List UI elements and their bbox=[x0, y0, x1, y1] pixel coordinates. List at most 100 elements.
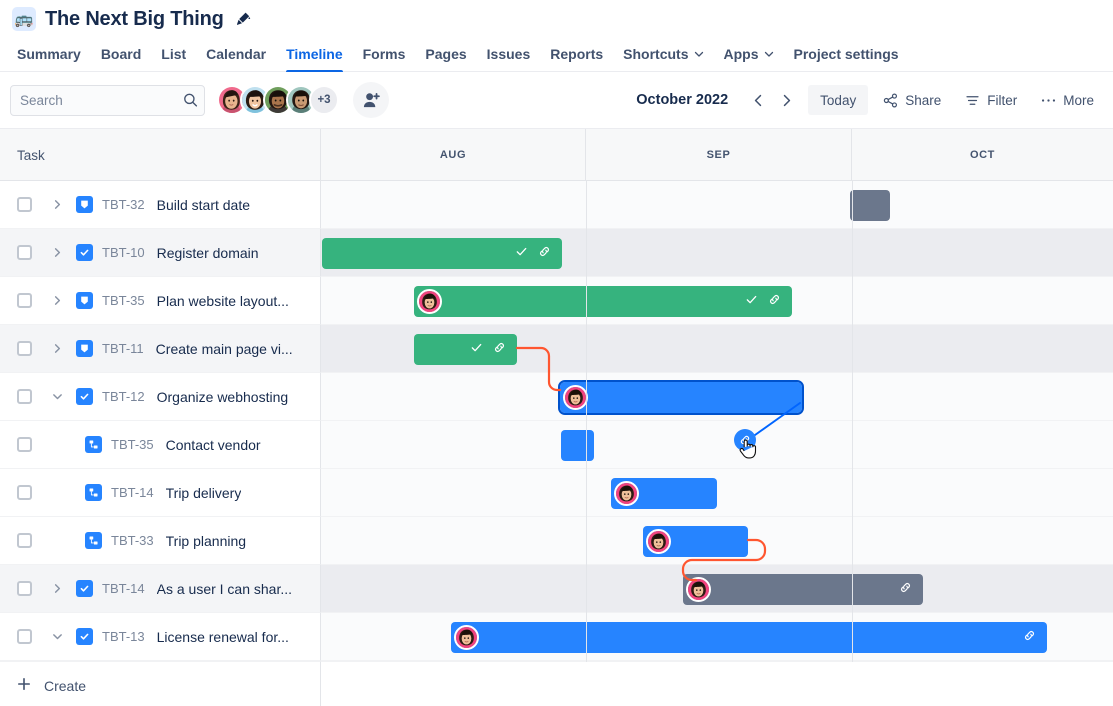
timeline-bar[interactable] bbox=[611, 478, 717, 509]
issue-key[interactable]: TBT-12 bbox=[102, 389, 145, 404]
issue-summary[interactable]: Register domain bbox=[157, 245, 259, 261]
issue-summary[interactable]: Trip planning bbox=[166, 533, 246, 549]
today-button[interactable]: Today bbox=[808, 85, 868, 115]
row-timeline-cell[interactable] bbox=[321, 613, 1113, 661]
issue-key[interactable]: TBT-35 bbox=[111, 437, 154, 452]
avatar[interactable] bbox=[563, 385, 588, 410]
issue-key[interactable]: TBT-10 bbox=[102, 245, 145, 260]
row-checkbox[interactable] bbox=[17, 293, 32, 308]
issue-key[interactable]: TBT-11 bbox=[102, 341, 144, 356]
tab-forms[interactable]: Forms bbox=[353, 36, 416, 71]
row-timeline-cell[interactable] bbox=[321, 373, 1113, 421]
chevron-right-icon[interactable] bbox=[47, 291, 67, 311]
tab-summary[interactable]: Summary bbox=[7, 36, 91, 71]
issue-key[interactable]: TBT-14 bbox=[102, 581, 145, 596]
avatar[interactable] bbox=[454, 625, 479, 650]
next-period-button[interactable] bbox=[772, 86, 800, 114]
tab-shortcuts[interactable]: Shortcuts bbox=[613, 36, 713, 71]
timeline-bar[interactable] bbox=[683, 574, 923, 605]
table-row[interactable]: TBT-32 Build start date bbox=[0, 181, 1113, 229]
table-row[interactable]: TBT-13 License renewal for... bbox=[0, 613, 1113, 661]
filter-button[interactable]: Filter bbox=[956, 85, 1026, 115]
chevron-right-icon[interactable] bbox=[47, 195, 67, 215]
complete-check-icon[interactable] bbox=[515, 245, 528, 263]
row-timeline-cell[interactable] bbox=[321, 517, 1113, 565]
row-checkbox[interactable] bbox=[17, 389, 32, 404]
issue-summary[interactable]: As a user I can shar... bbox=[157, 581, 292, 597]
complete-check-icon[interactable] bbox=[745, 293, 758, 311]
tab-project-settings[interactable]: Project settings bbox=[784, 36, 909, 71]
search-icon[interactable] bbox=[183, 93, 198, 108]
timeline-bar[interactable] bbox=[850, 190, 890, 221]
dependency-drag-handle[interactable] bbox=[734, 429, 756, 451]
tab-reports[interactable]: Reports bbox=[540, 36, 613, 71]
chevron-right-icon[interactable] bbox=[47, 579, 67, 599]
issue-summary[interactable]: Trip delivery bbox=[166, 485, 242, 501]
issue-summary[interactable]: License renewal for... bbox=[157, 629, 289, 645]
complete-check-icon[interactable] bbox=[470, 341, 483, 359]
issue-key[interactable]: TBT-14 bbox=[111, 485, 154, 500]
tab-pages[interactable]: Pages bbox=[415, 36, 476, 71]
table-row[interactable]: TBT-35 Plan website layout... bbox=[0, 277, 1113, 325]
timeline-bar[interactable] bbox=[414, 286, 792, 317]
avatar[interactable] bbox=[646, 529, 671, 554]
table-row[interactable]: TBT-10 Register domain bbox=[0, 229, 1113, 277]
link-icon[interactable] bbox=[1023, 629, 1036, 647]
table-row[interactable]: TBT-12 Organize webhosting bbox=[0, 373, 1113, 421]
table-row[interactable]: TBT-14 Trip delivery bbox=[0, 469, 1113, 517]
row-checkbox[interactable] bbox=[17, 245, 32, 260]
issue-key[interactable]: TBT-32 bbox=[102, 197, 145, 212]
avatar[interactable] bbox=[614, 481, 639, 506]
timeline-bar[interactable] bbox=[561, 430, 594, 461]
tab-apps[interactable]: Apps bbox=[714, 36, 784, 71]
emoji-picker-icon[interactable] bbox=[235, 11, 251, 27]
previous-period-button[interactable] bbox=[744, 86, 772, 114]
issue-key[interactable]: TBT-35 bbox=[102, 293, 145, 308]
row-checkbox[interactable] bbox=[17, 341, 32, 356]
timeline-bar[interactable] bbox=[414, 334, 517, 365]
chevron-right-icon[interactable] bbox=[47, 243, 67, 263]
link-icon[interactable] bbox=[899, 581, 912, 599]
row-timeline-cell[interactable] bbox=[321, 469, 1113, 517]
create-issue-row[interactable]: Create bbox=[0, 661, 1113, 706]
table-row[interactable]: TBT-33 Trip planning bbox=[0, 517, 1113, 565]
row-checkbox[interactable] bbox=[17, 581, 32, 596]
search-input[interactable] bbox=[10, 85, 205, 116]
link-icon[interactable] bbox=[538, 245, 551, 263]
row-checkbox[interactable] bbox=[17, 197, 32, 212]
link-icon[interactable] bbox=[768, 293, 781, 311]
row-checkbox[interactable] bbox=[17, 533, 32, 548]
issue-summary[interactable]: Contact vendor bbox=[166, 437, 261, 453]
tab-timeline[interactable]: Timeline bbox=[276, 36, 353, 71]
tab-issues[interactable]: Issues bbox=[477, 36, 541, 71]
timeline-bar[interactable] bbox=[560, 382, 802, 413]
timeline-bar[interactable] bbox=[643, 526, 748, 557]
row-timeline-cell[interactable] bbox=[321, 229, 1113, 277]
avatar[interactable] bbox=[686, 577, 711, 602]
row-timeline-cell[interactable] bbox=[321, 565, 1113, 613]
row-timeline-cell[interactable] bbox=[321, 325, 1113, 373]
timeline-bar[interactable] bbox=[451, 622, 1047, 653]
issue-summary[interactable]: Plan website layout... bbox=[157, 293, 289, 309]
issue-key[interactable]: TBT-13 bbox=[102, 629, 145, 644]
table-row[interactable]: TBT-11 Create main page vi... bbox=[0, 325, 1113, 373]
row-checkbox[interactable] bbox=[17, 437, 32, 452]
tab-board[interactable]: Board bbox=[91, 36, 151, 71]
link-icon[interactable] bbox=[493, 341, 506, 359]
avatar-overflow-badge[interactable]: +3 bbox=[309, 85, 339, 115]
row-timeline-cell[interactable] bbox=[321, 181, 1113, 229]
table-row[interactable]: TBT-35 Contact vendor bbox=[0, 421, 1113, 469]
table-row[interactable]: TBT-14 As a user I can shar... bbox=[0, 565, 1113, 613]
share-button[interactable]: Share bbox=[874, 85, 950, 115]
tab-list[interactable]: List bbox=[151, 36, 196, 71]
timeline-bar[interactable] bbox=[322, 238, 562, 269]
create-issue-button[interactable]: Create bbox=[0, 661, 321, 706]
row-timeline-cell[interactable] bbox=[321, 421, 1113, 469]
chevron-down-icon[interactable] bbox=[47, 627, 67, 647]
issue-key[interactable]: TBT-33 bbox=[111, 533, 154, 548]
row-checkbox[interactable] bbox=[17, 629, 32, 644]
chevron-right-icon[interactable] bbox=[47, 339, 67, 359]
project-emoji-icon[interactable]: 🚌 bbox=[12, 7, 36, 31]
chevron-down-icon[interactable] bbox=[47, 387, 67, 407]
row-checkbox[interactable] bbox=[17, 485, 32, 500]
